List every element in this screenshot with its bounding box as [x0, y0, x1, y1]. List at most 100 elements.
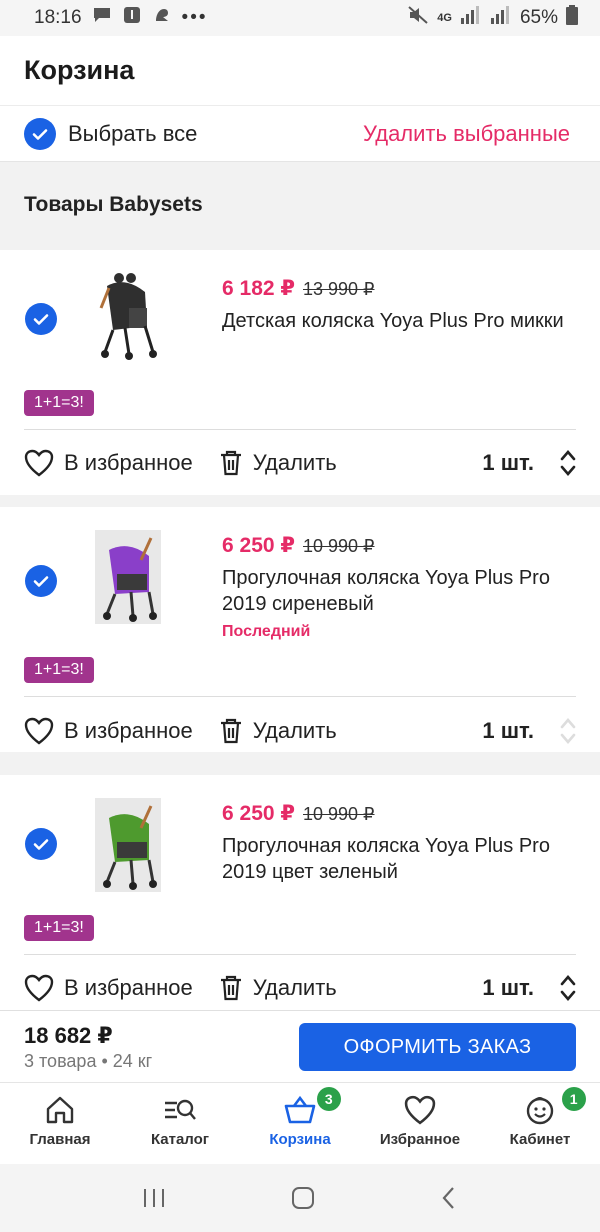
catalog-search-icon: [165, 1099, 196, 1120]
promo-badge: 1+1=3!: [24, 390, 94, 416]
chevron-up-down-icon[interactable]: [560, 449, 576, 477]
basket-icon: [284, 1095, 316, 1124]
system-nav-bar: [0, 1164, 600, 1232]
trash-icon: [220, 450, 241, 476]
tab-label: Корзина: [269, 1131, 331, 1148]
checkbox-checked-icon[interactable]: [24, 117, 56, 150]
status-time: 18:16: [34, 7, 82, 28]
item-old-price: 10 990 ₽: [303, 804, 375, 824]
heart-icon: [24, 974, 54, 1002]
tab-home[interactable]: Главная: [0, 1083, 120, 1164]
quantity-selector[interactable]: 1 шт.: [482, 717, 576, 745]
favorites-label: В избранное: [64, 975, 193, 1000]
heart-icon: [404, 1095, 436, 1125]
last-item-tag: Последний: [222, 623, 311, 640]
add-to-favorites-button[interactable]: В избранное: [24, 449, 193, 477]
home-icon: [46, 1096, 74, 1124]
cart-item: 6 250 ₽ 10 990 ₽ Прогулочная коляска Yoy…: [0, 507, 600, 752]
quantity-value: 1 шт.: [482, 450, 534, 475]
network-type: 4G: [437, 12, 452, 24]
trash-icon: [220, 975, 241, 1001]
item-checkbox-icon[interactable]: [25, 303, 57, 335]
tab-label: Избранное: [379, 1131, 461, 1148]
order-total: 18 682 ₽: [24, 1023, 113, 1048]
stroller-image[interactable]: [95, 530, 161, 624]
cart-count-badge: 3: [316, 1087, 341, 1111]
tab-catalog[interactable]: Каталог: [120, 1083, 240, 1164]
smiley-face-icon: [526, 1097, 554, 1125]
signal-icon: [460, 6, 482, 30]
add-to-favorites-button[interactable]: В избранное: [24, 717, 193, 745]
item-price: 6 182 ₽: [222, 277, 295, 300]
item-actions: В избранное Удалить 1 шт.: [24, 711, 576, 751]
heart-icon: [24, 449, 54, 477]
promo-badge: 1+1=3!: [24, 657, 94, 683]
item-title[interactable]: Прогулочная коляска Yoya Plus Pro 2019 ц…: [222, 833, 582, 885]
tab-cart[interactable]: Корзина 3: [240, 1083, 360, 1164]
order-meta: 3 товара • 24 кг: [24, 1051, 153, 1071]
promo-badge: 1+1=3!: [24, 915, 94, 941]
notification-icon: [122, 5, 142, 31]
cart-item: 6 182 ₽ 13 990 ₽ Детская коляска Yoya Pl…: [0, 250, 600, 495]
battery-level: 65%: [519, 7, 558, 28]
bottom-tab-bar: Главная Каталог Корзина 3 Избранное Каби…: [0, 1082, 600, 1164]
select-all-label: Выбрать все: [68, 120, 198, 146]
order-summary: 18 682 ₽ 3 товара • 24 кг ОФОРМИТЬ ЗАКАЗ: [0, 1010, 600, 1082]
signal-icon-2: [490, 6, 512, 30]
item-divider: [24, 696, 576, 697]
chevron-up-down-icon: [560, 718, 576, 744]
delete-item-button[interactable]: Удалить: [219, 974, 337, 1002]
tab-label: Кабинет: [509, 1131, 571, 1148]
select-all-row: Выбрать все Удалить выбранные: [0, 106, 600, 162]
page-header: Корзина: [0, 36, 600, 106]
favorites-label: В избранное: [64, 718, 193, 743]
item-checkbox-icon[interactable]: [25, 828, 57, 860]
section-title: Товары Babysets: [0, 162, 600, 248]
tab-favorites[interactable]: Избранное: [360, 1083, 480, 1164]
select-all-toggle[interactable]: Выбрать все: [24, 117, 198, 150]
quantity-selector[interactable]: 1 шт.: [482, 974, 576, 1002]
item-actions: В избранное Удалить 1 шт.: [24, 443, 576, 483]
back-icon[interactable]: [439, 1185, 459, 1211]
status-bar: 18:16 ••• 4G 65%: [0, 0, 600, 36]
delete-label: Удалить: [252, 975, 337, 1000]
checkout-button[interactable]: ОФОРМИТЬ ЗАКАЗ: [299, 1023, 576, 1071]
tab-profile[interactable]: Кабинет 1: [480, 1083, 600, 1164]
delete-label: Удалить: [252, 718, 337, 743]
delete-selected-link[interactable]: Удалить выбранные: [363, 121, 570, 147]
battery-icon: [566, 5, 578, 31]
delete-item-button[interactable]: Удалить: [219, 717, 337, 745]
app-icon: [152, 5, 172, 31]
item-old-price: 10 990 ₽: [303, 536, 375, 556]
profile-badge: 1: [561, 1087, 586, 1111]
mute-icon: [407, 5, 429, 31]
item-divider: [24, 429, 576, 430]
favorites-label: В избранное: [64, 450, 193, 475]
delete-item-button[interactable]: Удалить: [219, 449, 337, 477]
stroller-image[interactable]: [95, 268, 161, 362]
trash-icon: [220, 718, 241, 744]
heart-icon: [24, 717, 54, 745]
recent-apps-icon[interactable]: [141, 1186, 167, 1210]
item-actions: В избранное Удалить 1 шт.: [24, 968, 576, 1008]
quantity-selector[interactable]: 1 шт.: [482, 449, 576, 477]
tab-label: Главная: [29, 1131, 91, 1148]
quantity-value: 1 шт.: [482, 718, 534, 743]
tab-label: Каталог: [150, 1131, 210, 1148]
more-notifications-icon: •••: [181, 7, 208, 28]
stroller-image[interactable]: [95, 798, 161, 892]
add-to-favorites-button[interactable]: В избранное: [24, 974, 193, 1002]
delete-label: Удалить: [252, 450, 337, 475]
chevron-up-down-icon[interactable]: [560, 974, 576, 1002]
item-checkbox-icon[interactable]: [25, 565, 57, 597]
item-title[interactable]: Детская коляска Yoya Plus Pro микки: [222, 308, 582, 334]
item-title[interactable]: Прогулочная коляска Yoya Plus Pro 2019 с…: [222, 565, 582, 617]
page-title: Корзина: [24, 55, 135, 85]
home-button-icon[interactable]: [290, 1185, 316, 1211]
item-price: 6 250 ₽: [222, 534, 295, 557]
item-price: 6 250 ₽: [222, 802, 295, 825]
quantity-value: 1 шт.: [482, 975, 534, 1000]
cart-item: 6 250 ₽ 10 990 ₽ Прогулочная коляска Yoy…: [0, 775, 600, 1020]
item-divider: [24, 954, 576, 955]
item-old-price: 13 990 ₽: [303, 279, 375, 299]
